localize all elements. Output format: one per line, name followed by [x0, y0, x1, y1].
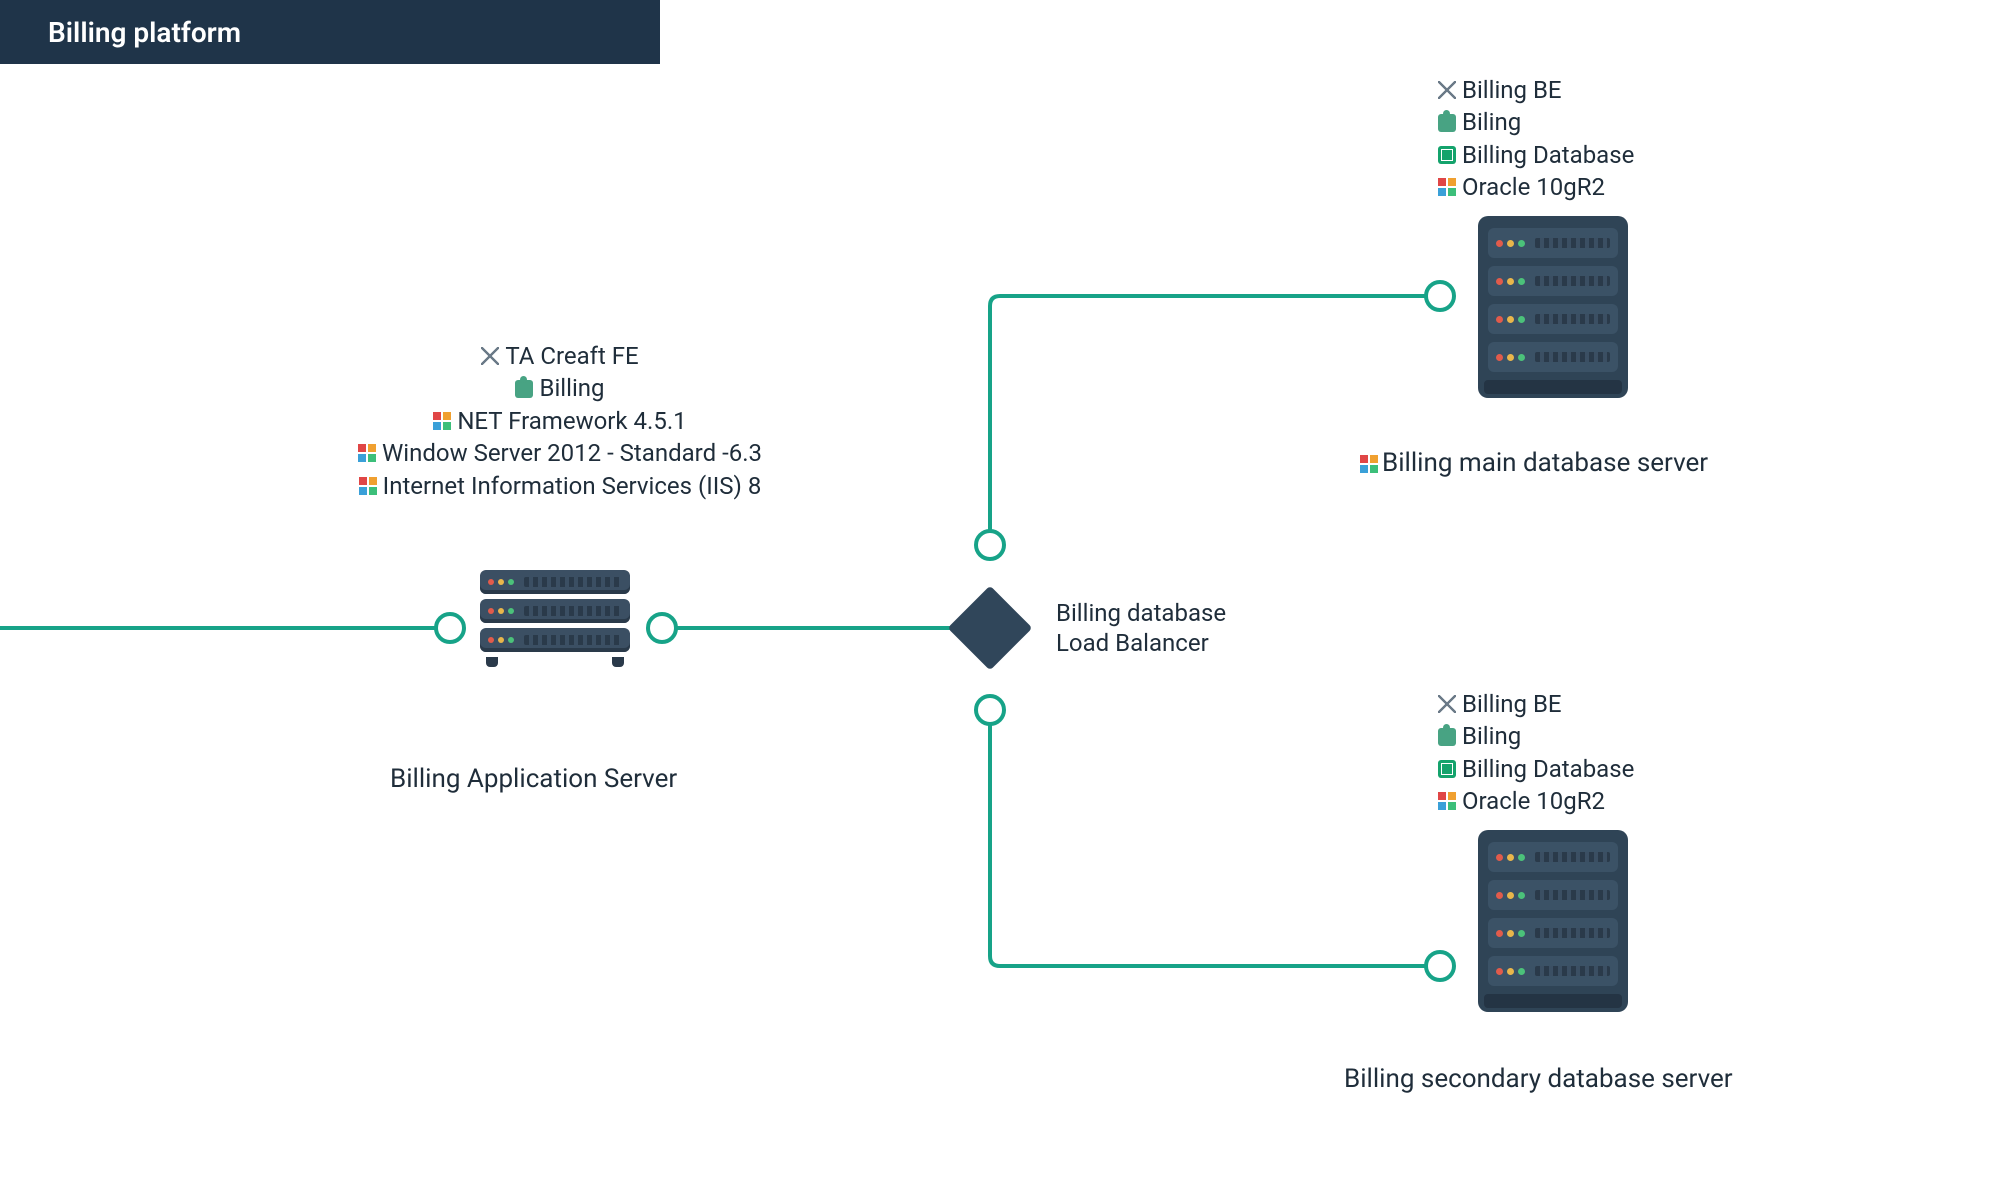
tools-icon — [1438, 81, 1456, 99]
db-main-caption: Billing main database server — [1360, 448, 1708, 478]
grid-icon — [1438, 178, 1456, 196]
diagram-title: Billing platform — [48, 16, 241, 49]
load-balancer-icon — [948, 586, 1033, 671]
db-secondary-caption: Billing secondary database server — [1344, 1064, 1733, 1094]
db-main-specs: Billing BE Biling Billing Database Oracl… — [1438, 74, 1798, 204]
db-icon — [1438, 760, 1456, 778]
grid-icon — [359, 477, 377, 495]
db-secondary-server-icon — [1478, 830, 1628, 1012]
puzzle-icon — [1438, 728, 1456, 746]
tools-icon — [1438, 695, 1456, 713]
puzzle-icon — [515, 380, 533, 398]
db-icon — [1438, 146, 1456, 164]
db-secondary-specs: Billing BE Biling Billing Database Oracl… — [1438, 688, 1798, 818]
app-server-icon — [480, 570, 630, 667]
grid-icon — [1438, 792, 1456, 810]
tools-icon — [481, 347, 499, 365]
db-main-server-icon — [1478, 216, 1628, 398]
grid-icon — [433, 412, 451, 430]
grid-icon — [1360, 455, 1378, 473]
app-server-specs: TA Creaft FE Billing NET Framework 4.5.1… — [260, 340, 860, 502]
diagram-title-banner: Billing platform — [0, 0, 660, 64]
load-balancer-label: Billing database Load Balancer — [1056, 598, 1296, 658]
app-server-caption: Billing Application Server — [390, 764, 677, 794]
puzzle-icon — [1438, 114, 1456, 132]
grid-icon — [358, 444, 376, 462]
